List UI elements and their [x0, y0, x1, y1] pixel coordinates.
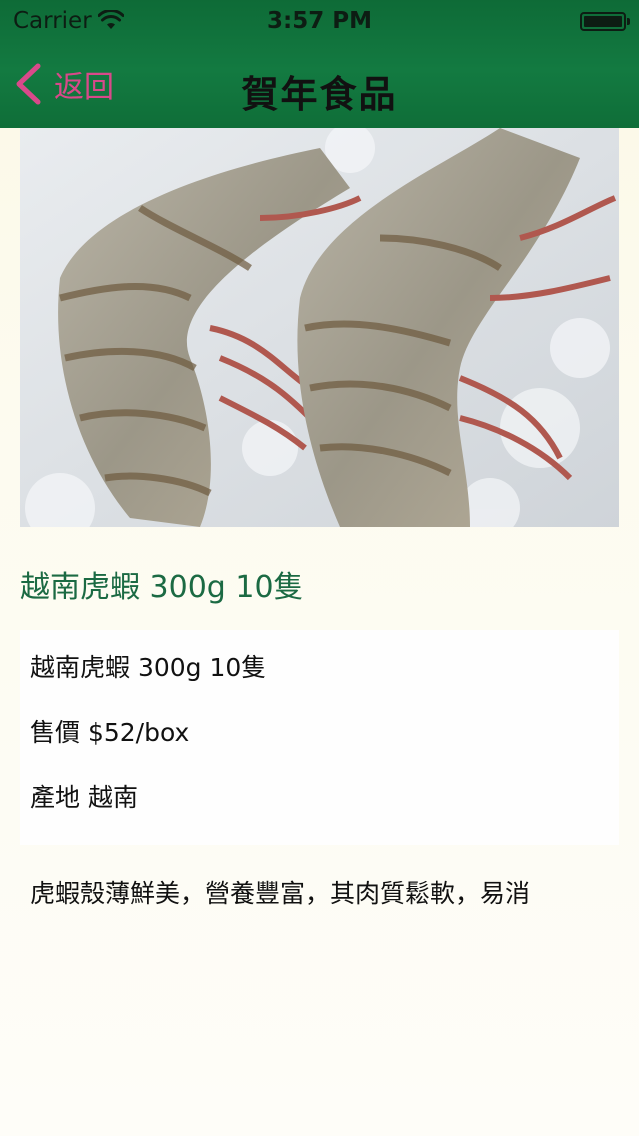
product-origin-line: 產地 越南 — [30, 783, 138, 812]
product-price-line: 售價 $52/box — [30, 718, 190, 747]
navigation-bar: 返回 賀年食品 — [0, 40, 639, 128]
product-image — [20, 128, 619, 527]
product-details-card: 越南虎蝦 300g 10隻 售價 $52/box 產地 越南 — [20, 630, 619, 845]
page-title: 賀年食品 — [241, 73, 398, 116]
battery-icon — [580, 12, 630, 31]
status-time: 3:57 PM — [267, 8, 372, 34]
product-title: 越南虎蝦 300g 10隻 — [20, 570, 304, 605]
product-name-line: 越南虎蝦 300g 10隻 — [30, 653, 267, 682]
product-description: 虎蝦殼薄鮮美，營養豐富，其肉質鬆軟，易消 — [30, 879, 531, 908]
header: Carrier 3:57 PM 返回 賀年食品 — [0, 0, 639, 128]
status-bar: Carrier 3:57 PM — [0, 0, 639, 40]
shrimp-photo-icon — [20, 128, 619, 527]
